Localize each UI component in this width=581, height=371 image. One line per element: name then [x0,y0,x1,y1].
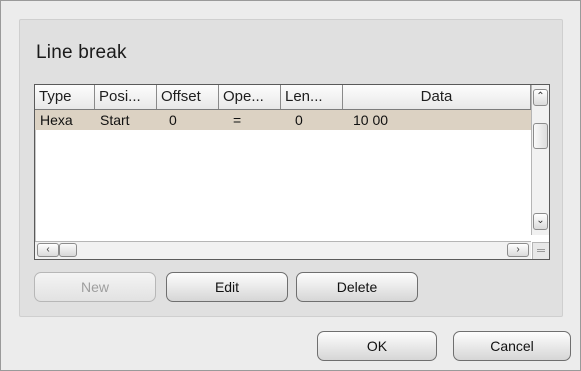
cancel-button[interactable]: Cancel [453,331,571,361]
cell-offset: 0 [169,112,177,128]
chevron-down-icon[interactable]: ⌄ [533,213,548,230]
column-header-length[interactable]: Len... [281,85,343,109]
cell-position: Start [100,112,130,128]
horizontal-scrollbar[interactable]: ‹ › [35,241,531,259]
column-header-data[interactable]: Data [343,85,531,109]
edit-button[interactable]: Edit [166,272,288,302]
line-break-group: Line break Type Posi... Offset Ope... Le… [19,19,563,317]
table-row[interactable]: Hexa Start 0 = 0 10 00 [35,110,531,130]
chevron-right-icon[interactable]: › [507,243,529,257]
column-header-position[interactable]: Posi... [95,85,157,109]
vertical-scroll-thumb[interactable] [533,123,548,149]
cell-data: 10 00 [353,112,389,128]
line-break-dialog: Line break Type Posi... Offset Ope... Le… [0,0,581,371]
ok-button[interactable]: OK [317,331,437,361]
cell-type: Hexa [40,112,73,128]
cell-length: 0 [295,112,303,128]
table-header: Type Posi... Offset Ope... Len... Data [35,85,531,110]
cell-operator: = [233,112,242,128]
column-header-offset[interactable]: Offset [157,85,219,109]
group-title: Line break [36,42,127,63]
column-header-type[interactable]: Type [35,85,95,109]
new-button[interactable]: New [34,272,156,302]
resize-grip-icon [532,242,549,259]
chevron-up-icon[interactable]: ⌃ [533,89,548,106]
horizontal-scroll-thumb[interactable] [59,243,77,257]
vertical-scrollbar[interactable]: ⌃ ⌄ [531,85,549,235]
line-break-table[interactable]: Type Posi... Offset Ope... Len... Data H… [34,84,550,260]
delete-button[interactable]: Delete [296,272,418,302]
chevron-left-icon[interactable]: ‹ [37,243,59,257]
column-header-operator[interactable]: Ope... [219,85,281,109]
